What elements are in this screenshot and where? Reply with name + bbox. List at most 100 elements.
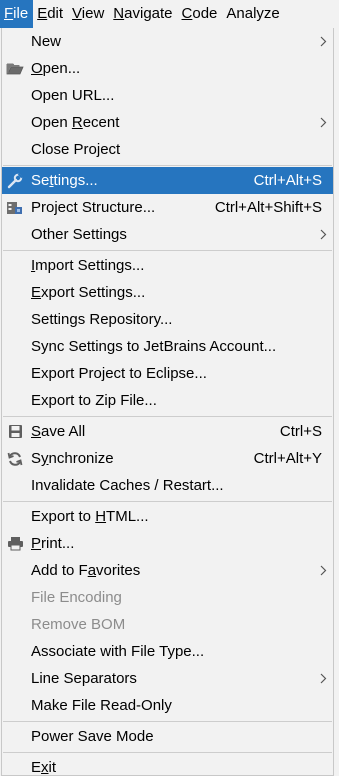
- menu-item-settings-repository-label: Settings Repository...: [31, 306, 172, 333]
- menu-item-remove-bom-label: Remove BOM: [31, 611, 125, 638]
- menu-item-power-save[interactable]: Power Save Mode: [2, 723, 333, 750]
- menu-item-export-eclipse-label: Export Project to Eclipse...: [31, 360, 207, 387]
- shortcut-label: Ctrl+Alt+Y: [253, 450, 322, 467]
- menu-item-exit-label: Exit: [31, 754, 56, 776]
- menu-item-import-settings-label: Import Settings...: [31, 252, 144, 279]
- menu-item-add-favorites[interactable]: Add to Favorites: [2, 557, 333, 584]
- menu-item-close-project[interactable]: Close Project: [2, 136, 333, 163]
- menu-view[interactable]: View: [68, 0, 109, 28]
- menu-item-line-separators[interactable]: Line Separators: [2, 665, 333, 692]
- menu-item-open-url-label: Open URL...: [31, 82, 114, 109]
- menu-item-export-html[interactable]: Export to HTML...: [2, 503, 333, 530]
- chevron-right-icon: [320, 565, 327, 576]
- label-pre: Settings Repository...: [31, 311, 173, 328]
- menu-item-export-zip[interactable]: Export to Zip File...: [2, 387, 333, 414]
- menu-edit-post: dit: [47, 5, 64, 22]
- menu-file[interactable]: File: [0, 0, 34, 28]
- menu-item-synchronize-label: Synchronize: [31, 445, 114, 472]
- label-mnemonic: y: [41, 450, 49, 467]
- label-post: rint...: [41, 535, 75, 552]
- label-pre: Associate with File Type...: [31, 643, 205, 660]
- chevron-right-icon: [320, 36, 327, 47]
- menu-item-settings-repository[interactable]: Settings Repository...: [2, 306, 333, 333]
- label-pre: Invalidate Caches / Restart...: [31, 477, 224, 494]
- menu-item-save-all-label: Save All: [31, 418, 85, 445]
- menu-item-associate-file-type-label: Associate with File Type...: [31, 638, 204, 665]
- menu-item-sync-settings-label: Sync Settings to JetBrains Account...: [31, 333, 276, 360]
- menu-item-export-zip-label: Export to Zip File...: [31, 387, 157, 414]
- menu-item-make-readonly-label: Make File Read-Only: [31, 692, 172, 719]
- file-menu-dropdown: New Open... Open URL... Open Recent Clos…: [1, 28, 334, 776]
- menu-code-mnemonic: C: [181, 5, 193, 22]
- label-mnemonic: x: [41, 759, 49, 776]
- menu-item-add-favorites-label: Add to Favorites: [31, 557, 140, 584]
- menu-item-new[interactable]: New: [2, 28, 333, 55]
- menu-item-import-settings[interactable]: Import Settings...: [2, 252, 333, 279]
- menu-item-export-settings-label: Export Settings...: [31, 279, 145, 306]
- menu-item-synchronize[interactable]: Synchronize Ctrl+Alt+Y: [2, 445, 333, 472]
- refresh-icon: [6, 450, 24, 467]
- floppy-disk-icon: [6, 423, 24, 440]
- menu-edit[interactable]: Edit: [33, 0, 68, 28]
- menu-item-new-label: New: [31, 28, 61, 55]
- menu-item-associate-file-type[interactable]: Associate with File Type...: [2, 638, 333, 665]
- shortcut-label: Ctrl+S: [279, 423, 322, 440]
- menu-code[interactable]: Code: [178, 0, 223, 28]
- label-pre: Export to Zip File...: [31, 392, 157, 409]
- label-pre: S: [31, 450, 42, 467]
- label-pre: Open URL...: [31, 87, 115, 104]
- label-pre: Export to: [31, 508, 96, 525]
- label-pre: Other Settings: [31, 226, 127, 243]
- menu-bar: File Edit View Navigate Code Analyze: [0, 0, 339, 28]
- label-post: ecent: [82, 114, 120, 131]
- shortcut-label: Ctrl+Alt+S: [253, 172, 322, 189]
- label-pre: E: [31, 759, 42, 776]
- label-pre: Sync Settings to JetBrains Account...: [31, 338, 277, 355]
- label-pre: Remove BOM: [31, 616, 126, 633]
- menu-item-other-settings[interactable]: Other Settings: [2, 221, 333, 248]
- label-pre: Open: [31, 114, 72, 131]
- menu-item-export-settings[interactable]: Export Settings...: [2, 279, 333, 306]
- shortcut-label: Ctrl+Alt+Shift+S: [214, 199, 322, 216]
- label-mnemonic: P: [31, 535, 42, 552]
- label-mnemonic: S: [31, 423, 42, 440]
- menu-item-settings[interactable]: Settings... Ctrl+Alt+S: [2, 167, 333, 194]
- menu-item-exit[interactable]: Exit: [2, 754, 333, 776]
- label-mnemonic: E: [31, 284, 42, 301]
- menu-item-export-html-label: Export to HTML...: [31, 503, 149, 530]
- menu-item-sync-settings[interactable]: Sync Settings to JetBrains Account...: [2, 333, 333, 360]
- label-mnemonic: O: [31, 60, 43, 77]
- menu-item-other-settings-label: Other Settings: [31, 221, 127, 248]
- label-post: vorites: [96, 562, 141, 579]
- menu-item-project-structure-label: Project Structure...: [31, 194, 155, 221]
- label-pre: Se: [31, 172, 50, 189]
- label-pre: Add to F: [31, 562, 88, 579]
- label-post: TML...: [106, 508, 149, 525]
- menu-item-file-encoding-label: File Encoding: [31, 584, 122, 611]
- menu-item-project-structure[interactable]: Project Structure... Ctrl+Alt+Shift+S: [2, 194, 333, 221]
- label-pre: File Encoding: [31, 589, 122, 606]
- label-post: ave All: [41, 423, 86, 440]
- menu-item-open[interactable]: Open...: [2, 55, 333, 82]
- label-pre: Export Project to Eclipse...: [31, 365, 207, 382]
- menu-item-line-separators-label: Line Separators: [31, 665, 137, 692]
- menu-item-file-encoding: File Encoding: [2, 584, 333, 611]
- menu-navigate-post: avigate: [124, 5, 173, 22]
- label-pre: New: [31, 33, 62, 50]
- menu-item-open-recent[interactable]: Open Recent: [2, 109, 333, 136]
- menu-item-make-readonly[interactable]: Make File Read-Only: [2, 692, 333, 719]
- label-pre: Close Project: [31, 141, 121, 158]
- menu-item-save-all[interactable]: Save All Ctrl+S: [2, 418, 333, 445]
- menu-view-mnemonic: V: [72, 5, 82, 22]
- menu-item-invalidate-caches-label: Invalidate Caches / Restart...: [31, 472, 224, 499]
- menu-navigate[interactable]: Navigate: [109, 0, 177, 28]
- chevron-right-icon: [320, 673, 327, 684]
- menu-item-close-project-label: Close Project: [31, 136, 120, 163]
- menu-edit-mnemonic: E: [37, 5, 48, 22]
- menu-item-invalidate-caches[interactable]: Invalidate Caches / Restart...: [2, 472, 333, 499]
- menu-item-print[interactable]: Print...: [2, 530, 333, 557]
- menu-item-open-url[interactable]: Open URL...: [2, 82, 333, 109]
- menu-item-export-eclipse[interactable]: Export Project to Eclipse...: [2, 360, 333, 387]
- label-post: tings...: [53, 172, 98, 189]
- menu-analyze[interactable]: Analyze: [222, 0, 284, 28]
